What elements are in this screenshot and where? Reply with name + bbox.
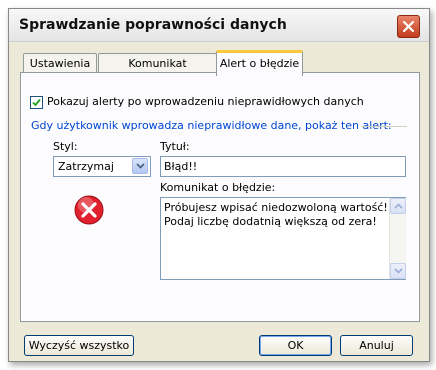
tab-ustawienia[interactable]: Ustawienia [23, 53, 97, 73]
chevron-down-icon [136, 163, 145, 169]
tab-alert-o-bledzie[interactable]: Alert o błędzie [216, 50, 303, 76]
show-alert-checkbox[interactable] [30, 96, 43, 109]
close-button[interactable] [397, 15, 420, 38]
group-divider [361, 126, 407, 127]
message-label: Komunikat o błędzie: [160, 181, 276, 194]
tab-komunikat-wejsciowy[interactable]: Komunikat wejściowy [98, 53, 217, 89]
message-line: Podaj liczbę dodatnią większą od zera! [164, 215, 377, 228]
title-input-value: Błąd!! [164, 160, 198, 173]
scroll-down-button[interactable] [390, 263, 406, 279]
title-bar[interactable]: Sprawdzanie poprawności danych [9, 9, 429, 42]
chevron-up-icon [394, 203, 403, 209]
title-field-label: Tytuł: [160, 140, 190, 153]
message-line: Próbujesz wpisać niedozwoloną wartość! [164, 201, 388, 214]
style-dropdown-button[interactable] [132, 158, 148, 174]
checkmark-icon [32, 98, 41, 107]
dialog-title: Sprawdzanie poprawności danych [19, 17, 287, 33]
group-label: Gdy użytkownik wprowadza nieprawidłowe d… [31, 119, 392, 132]
style-select-value: Zatrzymaj [58, 160, 114, 173]
title-input[interactable]: Błąd!! [160, 156, 406, 177]
clear-all-button[interactable]: Wyczyść wszystko [24, 335, 134, 356]
show-alert-label[interactable]: Pokazuj alerty po wprowadzeniu nieprawid… [47, 95, 364, 108]
style-select[interactable]: Zatrzymaj [53, 156, 151, 177]
message-scrollbar[interactable] [389, 198, 406, 279]
message-textarea[interactable]: Próbujesz wpisać niedozwoloną wartość! P… [160, 197, 406, 280]
chevron-down-icon [394, 268, 403, 274]
error-icon [73, 194, 105, 229]
scroll-up-button[interactable] [390, 198, 406, 214]
dialog-window: Sprawdzanie poprawności danych Ustawieni… [8, 8, 430, 362]
style-label: Styl: [53, 140, 78, 153]
close-icon [402, 20, 415, 33]
cancel-button[interactable]: Anuluj [340, 335, 413, 356]
ok-button[interactable]: OK [259, 335, 332, 356]
